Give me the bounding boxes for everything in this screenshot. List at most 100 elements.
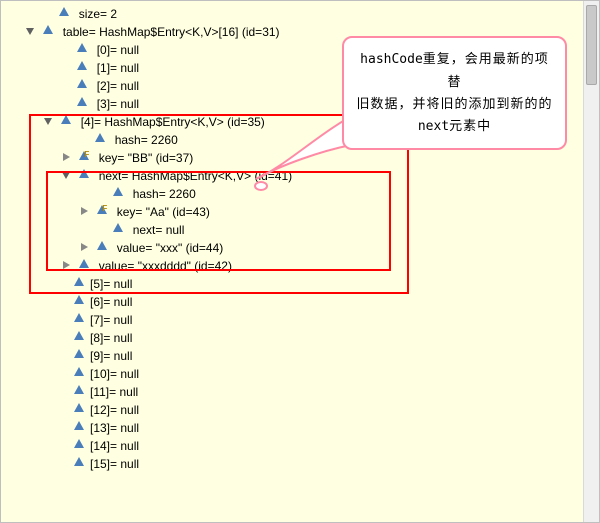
e4-next-key[interactable]: F key= "Aa" (id=43) xyxy=(1,203,583,221)
var-label: next= null xyxy=(133,223,185,237)
var-label: [10]= null xyxy=(90,367,139,381)
table-slot-13[interactable]: [13]= null xyxy=(1,419,583,437)
e4-value[interactable]: value= "xxxdddd" (id=42) xyxy=(1,257,583,275)
var-label: hash= 2260 xyxy=(133,187,196,201)
scrollbar-thumb[interactable] xyxy=(586,5,597,85)
final-field-icon: F xyxy=(96,204,108,216)
expand-toggle[interactable] xyxy=(61,170,71,180)
field-icon xyxy=(76,60,88,72)
expand-toggle[interactable] xyxy=(25,26,35,36)
blank-twisty xyxy=(59,296,69,306)
field-icon xyxy=(73,312,85,324)
var-label: [3]= null xyxy=(97,97,139,111)
blank-twisty xyxy=(59,368,69,378)
callout-line3: next元素中 xyxy=(356,115,553,138)
field-icon xyxy=(73,456,85,468)
field-icon xyxy=(73,276,85,288)
var-label: [5]= null xyxy=(90,277,132,291)
table-slot-11[interactable]: [11]= null xyxy=(1,383,583,401)
field-icon xyxy=(78,258,90,270)
blank-twisty xyxy=(41,8,51,18)
blank-twisty xyxy=(59,350,69,360)
field-icon xyxy=(76,96,88,108)
e4-next[interactable]: next= HashMap$Entry<K,V> (id=41) xyxy=(1,167,583,185)
blank-twisty xyxy=(59,44,69,54)
blank-twisty xyxy=(59,98,69,108)
e4-next-value[interactable]: value= "xxx" (id=44) xyxy=(1,239,583,257)
expand-toggle[interactable] xyxy=(43,116,53,126)
var-label: [0]= null xyxy=(97,43,139,57)
blank-twisty xyxy=(59,440,69,450)
var-label: [13]= null xyxy=(90,421,139,435)
field-icon xyxy=(76,78,88,90)
var-label: [14]= null xyxy=(90,439,139,453)
var-label: value= "xxx" (id=44) xyxy=(117,241,224,255)
blank-twisty xyxy=(59,332,69,342)
table-slot-8[interactable]: [8]= null xyxy=(1,329,583,347)
field-icon xyxy=(73,402,85,414)
blank-twisty xyxy=(59,422,69,432)
var-label: [9]= null xyxy=(90,349,132,363)
var-label: key= "Aa" (id=43) xyxy=(117,205,210,219)
field-icon xyxy=(42,24,54,36)
var-label: [11]= null xyxy=(90,385,138,399)
annotation-callout: hashCode重复，会用最新的项替 旧数据，并将旧的添加到新的的 next元素… xyxy=(342,36,567,150)
blank-twisty xyxy=(95,224,105,234)
blank-twisty xyxy=(59,458,69,468)
field-icon xyxy=(73,330,85,342)
table-slot-10[interactable]: [10]= null xyxy=(1,365,583,383)
field-icon xyxy=(78,168,90,180)
var-label: [7]= null xyxy=(90,313,132,327)
table-slot-14[interactable]: [14]= null xyxy=(1,437,583,455)
table-slot-7[interactable]: [7]= null xyxy=(1,311,583,329)
field-icon xyxy=(73,384,85,396)
field-icon xyxy=(73,438,85,450)
var-label: hash= 2260 xyxy=(115,133,178,147)
callout-line2: 旧数据，并将旧的添加到新的的 xyxy=(356,93,553,115)
table-slot-6[interactable]: [6]= null xyxy=(1,293,583,311)
e4-next-hash[interactable]: hash= 2260 xyxy=(1,185,583,203)
var-label: [8]= null xyxy=(90,331,132,345)
field-icon xyxy=(76,42,88,54)
expand-toggle[interactable] xyxy=(79,242,89,252)
field-icon xyxy=(112,186,124,198)
var-label: [6]= null xyxy=(90,295,132,309)
blank-twisty xyxy=(59,314,69,324)
table-slot-12[interactable]: [12]= null xyxy=(1,401,583,419)
debug-variables-panel: size= 2 table= HashMap$Entry<K,V>[16] (i… xyxy=(0,0,600,523)
table-slot-5[interactable]: [5]= null xyxy=(1,275,583,293)
blank-twisty xyxy=(59,278,69,288)
var-label: [4]= HashMap$Entry<K,V> (id=35) xyxy=(81,115,265,129)
field-icon xyxy=(73,348,85,360)
final-field-icon: F xyxy=(78,150,90,162)
e4-key[interactable]: F key= "BB" (id=37) xyxy=(1,149,583,167)
table-slot-9[interactable]: [9]= null xyxy=(1,347,583,365)
blank-twisty xyxy=(59,404,69,414)
var-label: table= HashMap$Entry<K,V>[16] (id=31) xyxy=(63,25,280,39)
var-label: size= 2 xyxy=(79,7,117,21)
field-icon xyxy=(96,240,108,252)
expand-toggle[interactable] xyxy=(61,152,71,162)
var-size[interactable]: size= 2 xyxy=(1,5,583,23)
var-label: [1]= null xyxy=(97,61,139,75)
blank-twisty xyxy=(95,188,105,198)
blank-twisty xyxy=(59,386,69,396)
var-label: next= HashMap$Entry<K,V> (id=41) xyxy=(99,169,292,183)
expand-toggle[interactable] xyxy=(79,206,89,216)
table-slot-15[interactable]: [15]= null xyxy=(1,455,583,473)
e4-next-next[interactable]: next= null xyxy=(1,221,583,239)
blank-twisty xyxy=(59,62,69,72)
expand-toggle[interactable] xyxy=(61,260,71,270)
field-icon xyxy=(60,114,72,126)
field-icon xyxy=(73,366,85,378)
vertical-scrollbar[interactable] xyxy=(583,1,599,522)
field-icon xyxy=(112,222,124,234)
var-label: [2]= null xyxy=(97,79,139,93)
var-label: [15]= null xyxy=(90,457,139,471)
callout-line1: hashCode重复，会用最新的项替 xyxy=(356,48,553,93)
var-label: key= "BB" (id=37) xyxy=(99,151,194,165)
blank-twisty xyxy=(59,80,69,90)
field-icon xyxy=(73,294,85,306)
var-label: value= "xxxdddd" (id=42) xyxy=(99,259,232,273)
field-icon xyxy=(58,6,70,18)
